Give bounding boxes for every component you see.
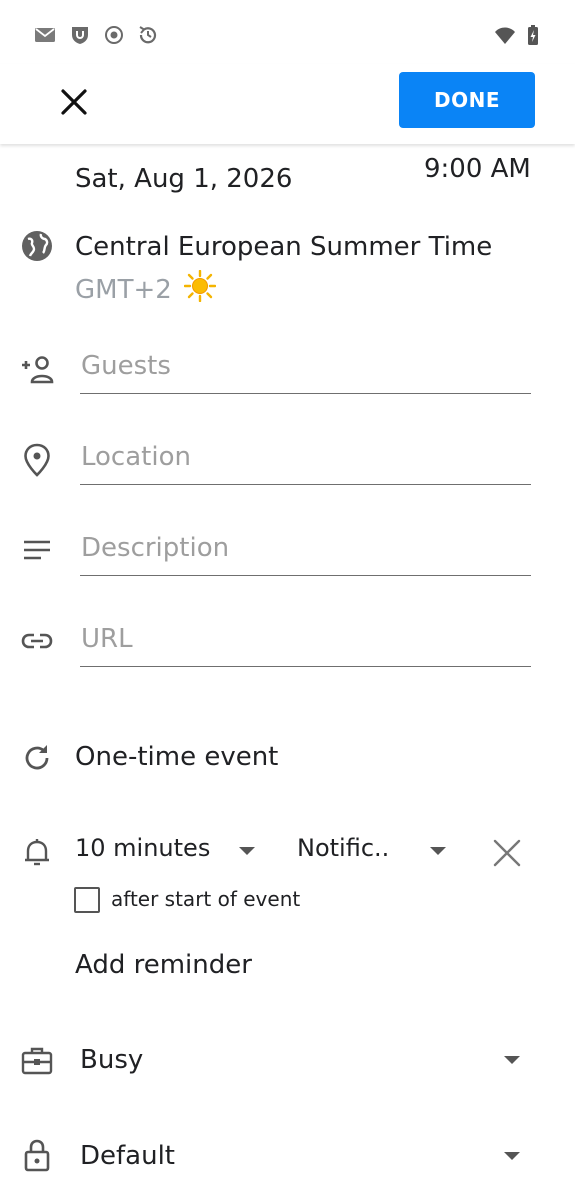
mail-icon — [34, 24, 56, 46]
description-lines-icon — [20, 533, 54, 567]
event-time[interactable]: 9:00 AM — [424, 154, 531, 184]
record-icon — [103, 24, 125, 46]
chevron-down-icon — [504, 1152, 520, 1160]
done-button[interactable]: DONE — [399, 72, 535, 128]
availability-value: Busy — [80, 1045, 144, 1075]
repeat-icon — [20, 741, 54, 775]
guests-placeholder: Guests — [81, 351, 171, 381]
description-input[interactable]: Description — [80, 531, 531, 576]
visibility-dropdown[interactable]: Default — [80, 1136, 531, 1180]
status-bar — [0, 0, 575, 64]
url-input[interactable]: URL — [80, 622, 531, 667]
chevron-down-icon — [239, 847, 255, 855]
guests-input[interactable]: Guests — [80, 349, 531, 394]
wifi-icon — [494, 24, 516, 46]
reminder-method-value: Notific.. — [297, 834, 390, 862]
event-date[interactable]: Sat, Aug 1, 2026 — [75, 164, 292, 194]
battery-charging-icon — [522, 24, 544, 46]
after-start-label: after start of event — [111, 887, 301, 911]
briefcase-icon — [20, 1044, 54, 1078]
add-reminder-button[interactable]: Add reminder — [75, 950, 252, 980]
globe-icon — [20, 229, 54, 263]
close-icon — [492, 838, 522, 868]
chevron-down-icon — [504, 1056, 520, 1064]
url-placeholder: URL — [81, 624, 133, 654]
close-button[interactable] — [52, 80, 96, 124]
reminder-duration-value: 10 minutes — [75, 834, 211, 862]
recurrence-selector[interactable]: One-time event — [75, 742, 278, 772]
location-pin-icon — [20, 443, 54, 477]
app-bar: DONE — [0, 64, 575, 144]
close-icon — [60, 88, 88, 116]
remove-reminder-button[interactable] — [488, 834, 526, 872]
location-placeholder: Location — [81, 442, 191, 472]
availability-dropdown[interactable]: Busy — [80, 1040, 531, 1084]
reminder-method-dropdown[interactable]: Notific.. — [297, 834, 457, 870]
timezone-offset: GMT+2 — [75, 275, 172, 305]
lock-icon — [20, 1138, 54, 1172]
reminder-duration-dropdown[interactable]: 10 minutes — [75, 834, 265, 870]
description-placeholder: Description — [81, 533, 230, 563]
after-start-checkbox[interactable] — [74, 887, 100, 913]
timezone-offset-row: GMT+2 — [75, 270, 217, 305]
shield-app-icon — [69, 24, 91, 46]
chevron-down-icon — [430, 847, 446, 855]
sun-icon — [184, 270, 217, 302]
link-icon — [20, 624, 54, 658]
visibility-value: Default — [80, 1141, 175, 1171]
timezone-name[interactable]: Central European Summer Time — [75, 232, 492, 262]
sync-icon — [137, 24, 159, 46]
add-person-icon — [20, 353, 54, 387]
location-input[interactable]: Location — [80, 440, 531, 485]
bell-icon — [20, 835, 54, 869]
